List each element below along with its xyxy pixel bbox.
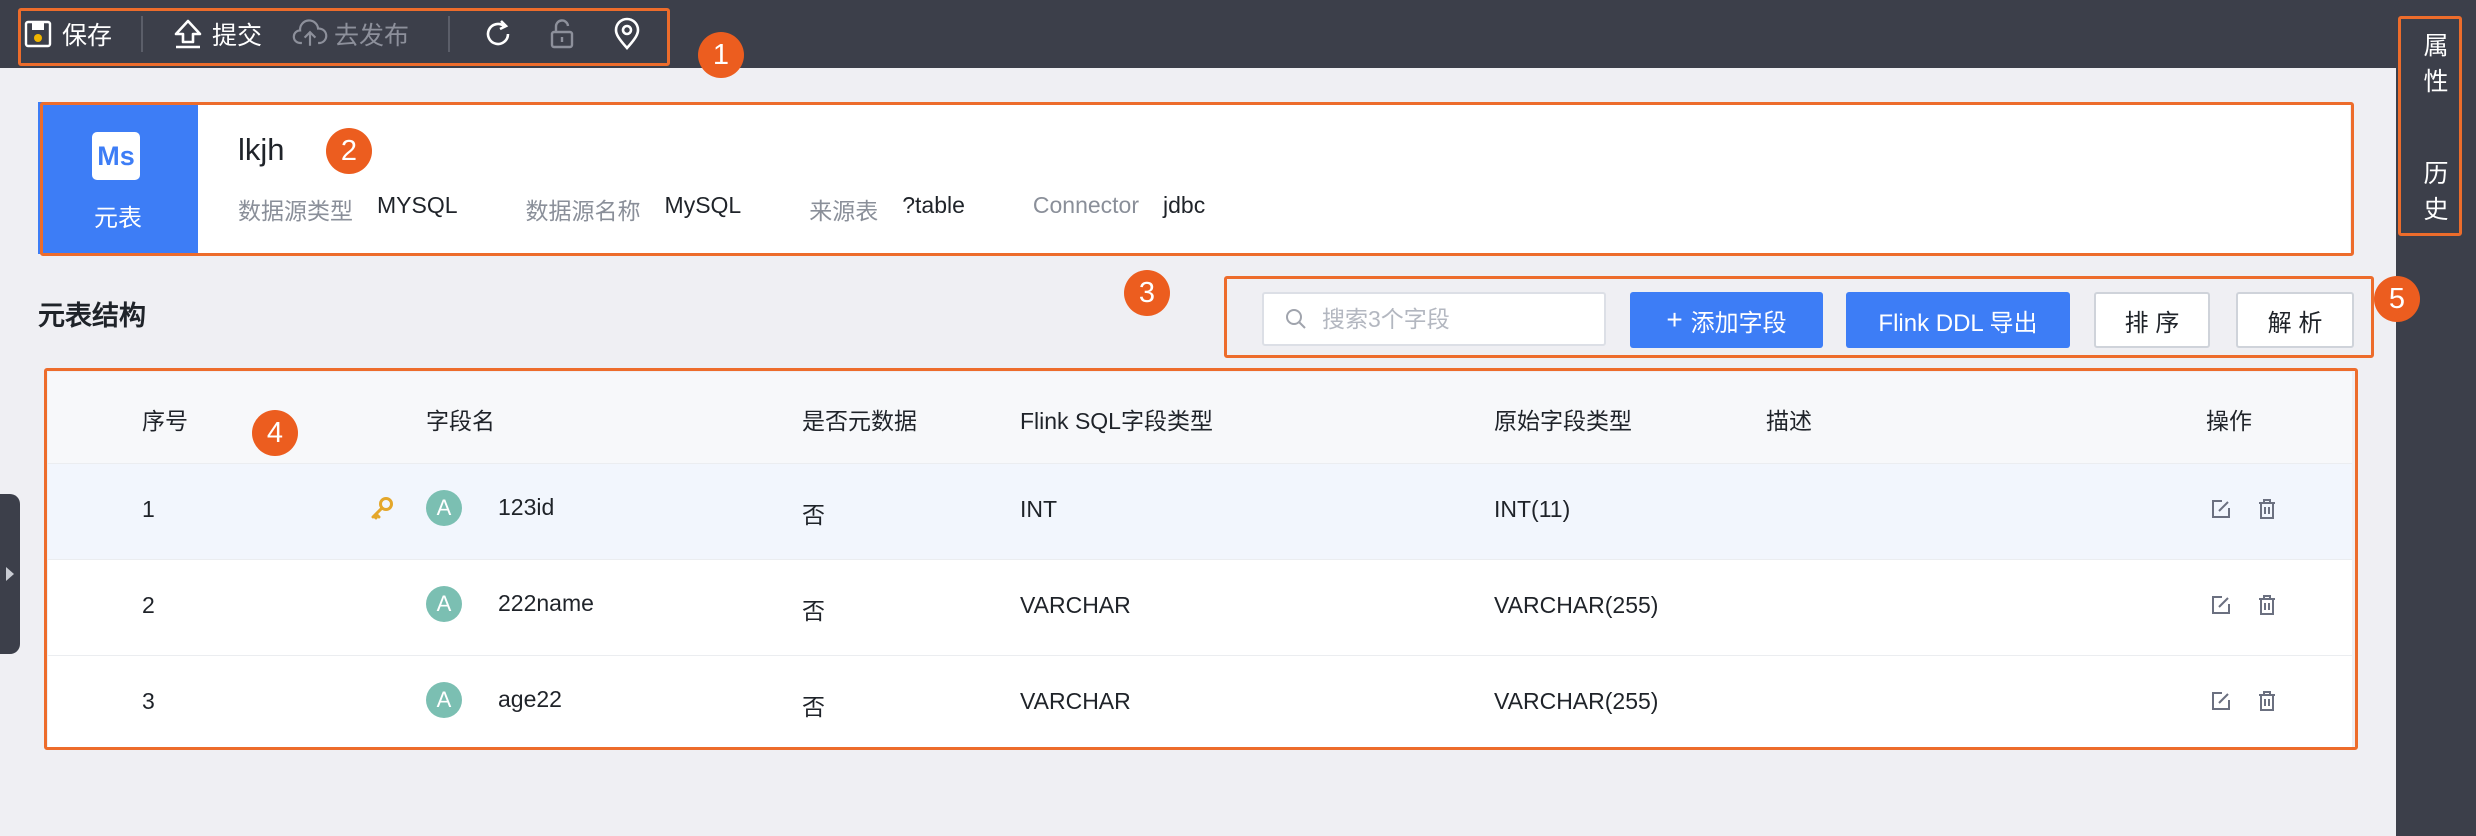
save-icon [20, 16, 56, 52]
plus-icon: + [1666, 304, 1683, 335]
meta-key: 来源表 [809, 198, 879, 224]
edit-icon[interactable] [2208, 592, 2234, 618]
meta-value: jdbc [1163, 192, 1206, 218]
is-meta-value: 否 [802, 694, 825, 720]
publish-label: 去发布 [334, 22, 410, 50]
annotation-badge: 5 [2374, 276, 2420, 322]
delete-icon[interactable] [2254, 496, 2280, 522]
field-table: 序号 字段名 是否元数据 Flink SQL字段类型 原始字段类型 描述 操作 … [48, 372, 2352, 748]
col-raw-type: 原始字段类型 [1494, 408, 1632, 434]
meta-value: MYSQL [377, 192, 458, 218]
edit-icon[interactable] [2208, 496, 2234, 522]
field-name: 123id [498, 494, 555, 520]
field-type-avatar: A [426, 586, 462, 622]
flink-type-value: INT [1020, 496, 1058, 522]
field-name: 222name [498, 590, 594, 616]
sort-label: 排 序 [2124, 309, 2180, 337]
field-type-avatar: A [426, 682, 462, 718]
search-icon [1282, 305, 1310, 333]
publish-button[interactable]: 去发布 [292, 14, 409, 54]
cloud-upload-icon [292, 16, 328, 52]
submit-button[interactable]: 提交 [170, 14, 262, 54]
raw-type-value: INT(11) [1494, 496, 1571, 522]
col-operations: 操作 [2206, 408, 2252, 434]
table-row[interactable]: 1 A 123id 否 INT INT(11) [48, 464, 2352, 560]
expand-panel-handle[interactable] [0, 494, 20, 654]
field-search-box [1262, 292, 1606, 346]
refresh-button[interactable] [480, 14, 516, 54]
delete-icon[interactable] [2254, 592, 2280, 618]
row-index: 1 [142, 496, 155, 522]
location-pin-icon [609, 16, 645, 52]
flink-type-value: VARCHAR [1020, 688, 1131, 714]
parse-label: 解 析 [2267, 309, 2323, 337]
field-search-input[interactable] [1322, 305, 1592, 333]
annotation-badge: 3 [1124, 270, 1170, 316]
raw-type-value: VARCHAR(255) [1494, 688, 1659, 714]
unlock-button[interactable] [544, 14, 580, 54]
table-row[interactable]: 3 A age22 否 VARCHAR VARCHAR(255) [48, 656, 2352, 752]
mysql-logo-icon: Ms [92, 132, 140, 180]
refresh-icon [480, 16, 516, 52]
rail-tab-properties[interactable]: 属性 [2396, 28, 2476, 100]
delete-icon[interactable] [2254, 688, 2280, 714]
toolbar-divider [448, 16, 450, 52]
table-row[interactable]: 2 A 222name 否 VARCHAR VARCHAR(255) [48, 560, 2352, 656]
add-field-button[interactable]: + 添加字段 [1630, 292, 1823, 348]
table-header: 序号 字段名 是否元数据 Flink SQL字段类型 原始字段类型 描述 操作 [48, 372, 2352, 464]
raw-type-value: VARCHAR(255) [1494, 592, 1659, 618]
table-type-label: 元表 [94, 205, 142, 232]
rail-tab-history-label: 历史 [2423, 160, 2449, 224]
parse-button[interactable]: 解 析 [2236, 292, 2354, 348]
annotation-badge: 1 [698, 32, 744, 78]
save-label: 保存 [62, 22, 113, 50]
edit-icon[interactable] [2208, 688, 2234, 714]
flink-type-value: VARCHAR [1020, 592, 1131, 618]
table-name: lkjh [238, 132, 285, 167]
meta-key: Connector [1032, 192, 1140, 218]
datasource-type-block: Ms 元表 [38, 102, 198, 254]
row-index: 3 [142, 688, 155, 714]
add-field-label: 添加字段 [1690, 309, 1787, 337]
caret-right-icon [6, 567, 14, 581]
toolbar-divider [141, 16, 143, 52]
top-toolbar: 保存 提交 去发布 [0, 0, 2396, 68]
col-flink-type: Flink SQL字段类型 [1020, 408, 1213, 434]
row-index: 2 [142, 592, 155, 618]
lock-icon [544, 16, 580, 52]
rail-tab-history[interactable]: 历史 [2396, 156, 2476, 228]
is-meta-value: 否 [802, 598, 825, 624]
meta-key: 数据源名称 [525, 198, 641, 224]
upload-icon [170, 16, 206, 52]
locate-button[interactable] [609, 14, 645, 54]
primary-key-icon [368, 494, 396, 522]
col-field-name: 字段名 [426, 408, 495, 434]
meta-key: 数据源类型 [238, 198, 353, 224]
right-side-rail: 属性 历史 [2396, 0, 2476, 836]
col-is-meta: 是否元数据 [802, 408, 917, 434]
annotation-badge: 4 [252, 410, 298, 456]
meta-table-card: Ms 元表 lkjh 数据源类型 MYSQL 数据源名称 MySQL 来源表 ?… [38, 102, 2350, 254]
meta-info-row: 数据源类型 MYSQL 数据源名称 MySQL 来源表 ?table Conne… [238, 192, 1273, 226]
field-type-avatar: A [426, 490, 462, 526]
meta-value: MySQL [664, 192, 742, 218]
col-description: 描述 [1766, 408, 1812, 434]
annotation-badge: 2 [326, 128, 372, 174]
is-meta-value: 否 [802, 502, 825, 528]
sort-button[interactable]: 排 序 [2094, 292, 2210, 348]
field-name: age22 [498, 686, 562, 712]
submit-label: 提交 [212, 22, 263, 50]
col-index: 序号 [142, 408, 188, 434]
rail-tab-properties-label: 属性 [2423, 32, 2449, 96]
meta-value: ?table [902, 192, 965, 218]
section-title: 元表结构 [38, 301, 146, 331]
save-button[interactable]: 保存 [20, 14, 112, 54]
export-ddl-label: Flink DDL 导出 [1878, 309, 2038, 337]
export-ddl-button[interactable]: Flink DDL 导出 [1846, 292, 2070, 348]
